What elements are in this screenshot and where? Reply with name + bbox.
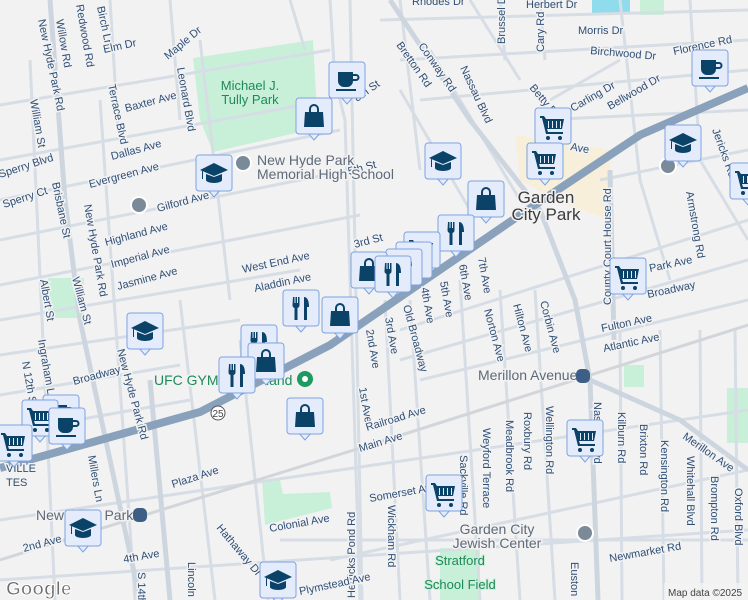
- coffee-marker[interactable]: [328, 61, 366, 105]
- svg-text:Hathaway Dr: Hathaway Dr: [214, 522, 264, 579]
- svg-text:Jasmine Ave: Jasmine Ave: [116, 265, 179, 293]
- grocery-cart-marker[interactable]: [0, 424, 33, 468]
- svg-text:Memorial High School: Memorial High School: [257, 166, 394, 182]
- svg-text:Wickham Rd: Wickham Rd: [385, 505, 397, 567]
- svg-text:Merillon Avenue: Merillon Avenue: [478, 367, 578, 383]
- svg-text:Plaza Ave: Plaza Ave: [170, 464, 220, 490]
- nhp-high-school-poi[interactable]: New Hyde Park Memorial High School: [234, 151, 395, 184]
- svg-text:Jewish Center: Jewish Center: [453, 535, 542, 551]
- shopping-bag-marker[interactable]: [286, 397, 324, 441]
- svg-text:Kensington Rd: Kensington Rd: [658, 440, 670, 512]
- school-marker[interactable]: [259, 561, 297, 600]
- svg-text:Birchwood Dr: Birchwood Dr: [590, 45, 657, 63]
- svg-text:S 14th St: S 14th St: [135, 572, 147, 600]
- svg-text:Imperial Ave: Imperial Ave: [110, 244, 171, 271]
- svg-text:Morris Dr: Morris Dr: [578, 25, 624, 37]
- route-25-label: 25: [212, 409, 224, 420]
- school-marker[interactable]: [195, 154, 233, 198]
- garden-city-park-label: Garden City Park: [510, 187, 582, 226]
- school-marker[interactable]: [126, 312, 164, 356]
- school-marker[interactable]: [424, 142, 462, 186]
- svg-text:Main Ave: Main Ave: [357, 430, 404, 455]
- map-canvas[interactable]: 25 New Hyde Park Rd Willow Rd Redwood Rd…: [0, 0, 748, 600]
- worship-pin-icon: [576, 524, 594, 542]
- svg-text:7th Ave: 7th Ave: [475, 256, 493, 294]
- svg-text:Meadbrook Rd: Meadbrook Rd: [503, 420, 515, 492]
- svg-text:Redwood Rd: Redwood Rd: [73, 3, 96, 68]
- svg-text:Millers Ln: Millers Ln: [85, 454, 105, 502]
- restaurant-marker[interactable]: [437, 214, 475, 258]
- svg-text:Corbin Ave: Corbin Ave: [537, 300, 562, 355]
- grocery-cart-marker[interactable]: [609, 257, 647, 301]
- svg-text:Stratford: Stratford: [435, 553, 485, 568]
- svg-text:Evergreen Ave: Evergreen Ave: [88, 161, 161, 191]
- svg-text:Bellwood Dr: Bellwood Dr: [606, 72, 664, 112]
- svg-text:Roxbury Rd: Roxbury Rd: [521, 412, 533, 470]
- grocery-cart-marker[interactable]: [425, 474, 463, 518]
- svg-text:4th Ave: 4th Ave: [418, 286, 436, 324]
- svg-text:Baxter Ave: Baxter Ave: [124, 90, 178, 115]
- school-pin-icon: [234, 154, 252, 172]
- shopping-bag-marker[interactable]: [321, 296, 359, 340]
- svg-text:Euston Rd: Euston Rd: [568, 562, 580, 600]
- svg-text:Oxford Blvd: Oxford Blvd: [732, 488, 744, 545]
- restaurant-marker[interactable]: [218, 356, 256, 400]
- svg-text:Maple Dr: Maple Dr: [162, 24, 204, 62]
- svg-text:Gilford Ave: Gilford Ave: [156, 189, 211, 214]
- svg-text:Armstrong Rd: Armstrong Rd: [683, 190, 707, 259]
- train-station-icon: [133, 508, 147, 522]
- merillon-station-poi[interactable]: Merillon Avenue: [477, 366, 590, 385]
- svg-text:Sperry Ct: Sperry Ct: [1, 185, 49, 211]
- grocery-cart-marker[interactable]: [526, 142, 564, 186]
- park-area: [624, 365, 644, 387]
- svg-text:William St: William St: [27, 98, 47, 148]
- svg-text:Newmarket Rd: Newmarket Rd: [608, 541, 682, 565]
- svg-text:City Park: City Park: [512, 205, 581, 224]
- train-station-icon: [576, 369, 590, 383]
- svg-text:VILLE: VILLE: [6, 463, 36, 475]
- restaurant-marker[interactable]: [282, 289, 320, 333]
- restaurant-marker[interactable]: [374, 255, 412, 299]
- svg-text:Brussel Dr: Brussel Dr: [496, 0, 508, 44]
- school-marker[interactable]: [664, 124, 702, 168]
- svg-text:Tully Park: Tully Park: [221, 92, 279, 107]
- svg-text:School Field: School Field: [424, 577, 496, 592]
- tully-park-label[interactable]: Michael J. Tully Park: [220, 77, 281, 108]
- svg-text:Wellington Rd: Wellington Rd: [543, 406, 555, 474]
- svg-text:Kilburn Rd: Kilburn Rd: [615, 412, 627, 463]
- grocery-cart-marker[interactable]: [729, 162, 748, 206]
- school-pin-icon[interactable]: [130, 196, 148, 214]
- svg-text:5th Ave: 5th Ave: [437, 280, 455, 318]
- svg-text:West End Ave: West End Ave: [241, 250, 311, 276]
- svg-text:2nd Ave: 2nd Ave: [363, 328, 382, 369]
- svg-text:3rd St: 3rd St: [353, 232, 384, 251]
- svg-text:Rhodes Dr: Rhodes Dr: [412, 0, 465, 8]
- coffee-marker[interactable]: [48, 407, 86, 451]
- school-marker[interactable]: [64, 509, 102, 553]
- svg-text:TES: TES: [6, 477, 27, 489]
- gc-jewish-center-poi[interactable]: Garden City Jewish Center: [451, 520, 594, 553]
- svg-text:Whitehall Blvd: Whitehall Blvd: [684, 456, 696, 526]
- svg-text:Brixton Rd: Brixton Rd: [637, 424, 649, 475]
- svg-text:Herbert Dr: Herbert Dr: [526, 0, 578, 11]
- svg-text:UFC GYM: UFC GYM: [154, 372, 219, 388]
- svg-text:Lincoln St: Lincoln St: [185, 562, 197, 600]
- svg-text:2nd Ave: 2nd Ave: [22, 533, 63, 555]
- svg-text:Brompton Rd: Brompton Rd: [708, 476, 720, 541]
- svg-text:Broadway: Broadway: [72, 364, 123, 388]
- shopping-bag-marker[interactable]: [295, 97, 333, 141]
- svg-text:Fulton Ave: Fulton Ave: [600, 312, 653, 335]
- svg-text:Cary Rd: Cary Rd: [535, 12, 547, 52]
- new-hyde-park-rd-s: [147, 379, 173, 600]
- villa-estates-label: VILLE TES: [5, 462, 38, 491]
- grocery-cart-marker[interactable]: [566, 419, 604, 463]
- svg-text:Park Ave: Park Ave: [648, 254, 693, 275]
- svg-text:Highland Ave: Highland Ave: [104, 221, 170, 249]
- google-logo: Google: [6, 579, 71, 600]
- svg-text:Weyford Terrace: Weyford Terrace: [480, 428, 492, 508]
- svg-text:Michael J.: Michael J.: [221, 78, 280, 93]
- map-data-attribution[interactable]: Map data ©2025: [668, 588, 743, 599]
- svg-text:3rd Ave: 3rd Ave: [382, 316, 400, 355]
- coffee-marker[interactable]: [691, 49, 729, 93]
